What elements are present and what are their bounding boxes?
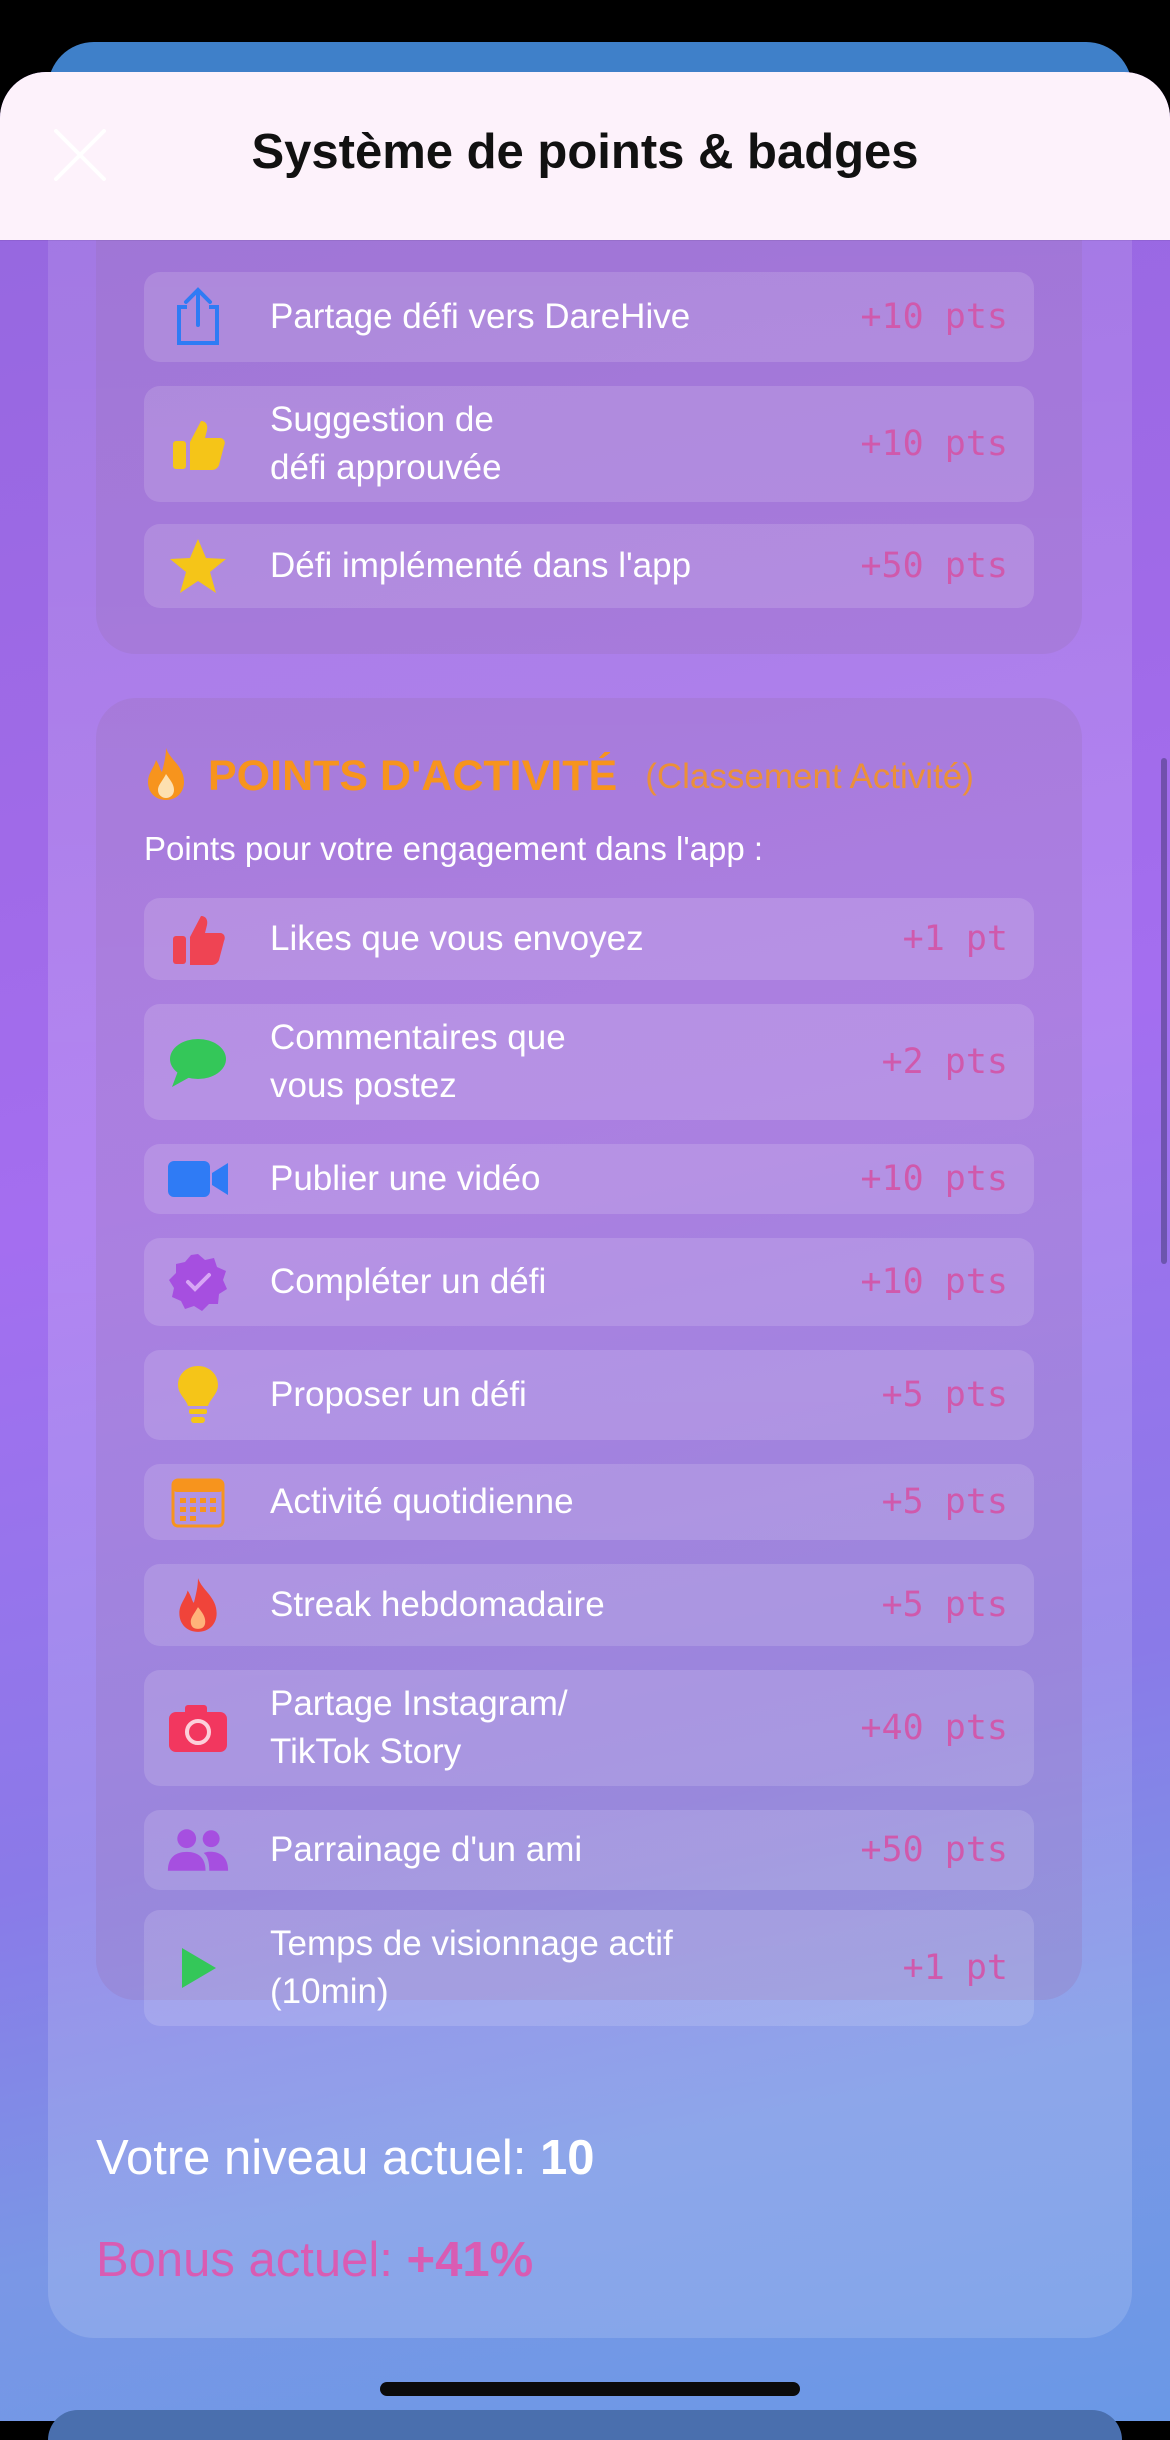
modal-header: Système de points & badges bbox=[0, 72, 1170, 240]
row-points: +5 pts bbox=[881, 1482, 1008, 1522]
row-label: Suggestion de défi approuvée bbox=[270, 400, 502, 487]
list-item: Compléter un défi +10 pts bbox=[144, 1238, 1034, 1326]
row-points: +1 pt bbox=[902, 1948, 1008, 1988]
section-subtitle: (Classement Activité) bbox=[645, 756, 974, 796]
row-points: +40 pts bbox=[860, 1708, 1008, 1748]
list-item: Partage défi vers DareHive +10 pts bbox=[144, 272, 1034, 362]
row-points: +50 pts bbox=[860, 546, 1008, 586]
next-sheet-edge bbox=[48, 2410, 1122, 2440]
list-item: Temps de visionnage actif (10min) +1 pt bbox=[144, 1910, 1034, 2026]
row-points: +2 pts bbox=[881, 1042, 1008, 1082]
check-badge-icon bbox=[166, 1250, 230, 1314]
home-indicator[interactable] bbox=[380, 2382, 800, 2396]
row-label: Streak hebdomadaire bbox=[270, 1585, 605, 1624]
list-item: Parrainage d'un ami +50 pts bbox=[144, 1810, 1034, 1890]
row-points: +10 pts bbox=[860, 1262, 1008, 1302]
video-camera-icon bbox=[166, 1147, 230, 1211]
flame-icon bbox=[166, 1573, 230, 1637]
list-item: Activité quotidienne +5 pts bbox=[144, 1464, 1034, 1540]
row-label: Activité quotidienne bbox=[270, 1482, 574, 1521]
level-label: Votre niveau actuel: bbox=[96, 2131, 541, 2185]
scrollbar[interactable] bbox=[1161, 758, 1167, 1264]
bonus-value: +41% bbox=[406, 2233, 534, 2287]
list-item: Partage Instagram/ TikTok Story +40 pts bbox=[144, 1670, 1034, 1786]
current-bonus: Bonus actuel: +41% bbox=[96, 2232, 533, 2288]
section-title: POINTS D'ACTIVITÉ bbox=[208, 752, 618, 800]
lightbulb-icon bbox=[166, 1363, 230, 1427]
row-label: Temps de visionnage actif (10min) bbox=[270, 1924, 673, 2011]
speech-bubble-icon bbox=[166, 1030, 230, 1094]
row-points: +10 pts bbox=[860, 297, 1008, 337]
list-item: Suggestion de défi approuvée +10 pts bbox=[144, 386, 1034, 502]
activity-section: POINTS D'ACTIVITÉ (Classement Activité) … bbox=[96, 698, 1082, 2026]
row-points: +50 pts bbox=[860, 1830, 1008, 1870]
flame-icon bbox=[144, 746, 188, 807]
list-item: Proposer un défi +5 pts bbox=[144, 1350, 1034, 1440]
row-points: +5 pts bbox=[881, 1585, 1008, 1625]
row-label: Partage Instagram/ TikTok Story bbox=[270, 1684, 568, 1771]
row-label: Compléter un défi bbox=[270, 1262, 547, 1301]
section-intro: Points pour votre engagement dans l'app … bbox=[144, 830, 764, 867]
thumbs-up-icon bbox=[166, 412, 230, 476]
play-icon bbox=[166, 1936, 230, 2000]
row-points: +1 pt bbox=[902, 919, 1008, 959]
camera-icon bbox=[166, 1696, 230, 1760]
row-label: Likes que vous envoyez bbox=[270, 919, 644, 958]
page-title: Système de points & badges bbox=[251, 125, 919, 179]
current-level: Votre niveau actuel: 10 bbox=[96, 2130, 595, 2186]
list-item: Commentaires que vous postez +2 pts bbox=[144, 1004, 1034, 1120]
row-label: Commentaires que vous postez bbox=[270, 1018, 566, 1105]
thumbs-up-icon bbox=[166, 907, 230, 971]
level-value: 10 bbox=[540, 2131, 595, 2185]
list-item: Likes que vous envoyez +1 pt bbox=[144, 898, 1034, 980]
row-label: Défi implémenté dans l'app bbox=[270, 546, 692, 585]
share-icon bbox=[166, 285, 230, 349]
list-item: Streak hebdomadaire +5 pts bbox=[144, 1564, 1034, 1646]
bonus-label: Bonus actuel: bbox=[96, 2233, 407, 2287]
row-points: +10 pts bbox=[860, 1159, 1008, 1199]
list-item: Défi implémenté dans l'app +50 pts bbox=[144, 524, 1034, 608]
row-label: Partage défi vers DareHive bbox=[270, 297, 691, 336]
row-label: Proposer un défi bbox=[270, 1375, 527, 1414]
section-header: POINTS D'ACTIVITÉ (Classement Activité) bbox=[144, 746, 974, 807]
row-points: +5 pts bbox=[881, 1375, 1008, 1415]
row-label: Publier une vidéo bbox=[270, 1159, 541, 1198]
row-points: +10 pts bbox=[860, 424, 1008, 464]
row-label: Parrainage d'un ami bbox=[270, 1830, 583, 1869]
star-icon bbox=[166, 534, 230, 598]
points-modal: Partage défi vers DareHive +10 pts Sugge… bbox=[0, 72, 1170, 2421]
people-icon bbox=[166, 1818, 230, 1882]
calendar-icon bbox=[166, 1470, 230, 1534]
list-item: Publier une vidéo +10 pts bbox=[144, 1144, 1034, 1214]
